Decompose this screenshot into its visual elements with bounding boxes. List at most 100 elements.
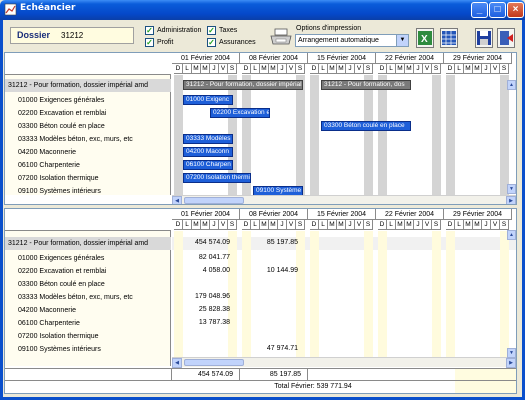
maximize-button[interactable]: □ [489,2,506,18]
excel-export-button[interactable]: X [416,28,434,48]
save-button[interactable] [475,28,493,48]
task-row-label: 01000 Exigences générales [18,97,105,104]
weekend-column [296,75,305,195]
day-header: M [260,220,269,230]
day-header: L [183,64,192,74]
day-header: J [278,64,287,74]
amounts-horizontal-scrollbar[interactable]: ◀ ▶ [172,357,516,368]
week2-amount: 47 974.71 [266,345,298,352]
task-row-label: 09100 Systèmes intérieurs [18,346,101,353]
day-header: V [219,64,228,74]
week-header: 29 Février 2004 [444,209,512,220]
scrollbar-thumb[interactable] [184,197,244,204]
task-row-label: 04200 Maconnerie [18,149,76,156]
scroll-left-icon[interactable]: ◀ [172,196,182,204]
project-bar[interactable]: 31212 - Pour formation, dos [321,80,411,90]
task-row-label: 07200 Isolation thermique [18,175,99,182]
task-bar[interactable]: 02200 Excavation et rembla [210,108,270,118]
day-header: M [473,64,482,74]
task-bar[interactable]: 03300 Béton coulé en place [321,121,411,131]
day-header: S [432,64,441,74]
task-bar[interactable]: 01000 Exigenc [183,95,233,105]
grid-button[interactable] [440,28,458,48]
window-title: Echéancier [20,3,76,13]
checkbox-administration[interactable]: ✓ Administration [145,26,201,35]
week1-amount: 454 574.09 [194,239,230,246]
scroll-right-icon[interactable]: ▶ [506,358,516,368]
week1-amount: 179 048.96 [194,293,230,300]
week-header: 08 Février 2004 [240,209,308,220]
scroll-down-icon[interactable]: ▼ [507,184,516,194]
day-header: D [310,220,319,230]
day-header: D [446,220,455,230]
gantt-row-headers: 31212 - Pour formation, dossier impérial… [5,53,171,195]
weekend-column [364,75,373,195]
close-button[interactable]: × [507,2,524,18]
day-header: D [174,220,183,230]
checkbox-taxes[interactable]: ✓ Taxes [207,26,237,35]
dossier-label: Dossier [17,30,51,40]
task-bar[interactable]: 07200 Isolation thermique [183,173,251,183]
checkbox-assurances[interactable]: ✓ Assurances [207,38,256,47]
month-total-label: Total Février: 539 771.94 [274,383,352,390]
check-icon: ✓ [207,38,216,47]
printer-icon[interactable] [270,28,292,46]
weekend-column [310,75,319,195]
day-header: S [432,220,441,230]
task-bar[interactable]: 09100 Système [253,186,303,195]
scroll-left-icon[interactable]: ◀ [172,358,182,368]
task-row-label: 01000 Exigences générales [18,255,105,262]
day-header: M [337,220,346,230]
day-header: V [491,220,500,230]
svg-text:X: X [421,34,428,45]
check-icon: ✓ [145,38,154,47]
task-row-label: 06100 Charpenterie [18,320,80,327]
weekend-column [242,231,251,361]
week-header: 22 Février 2004 [376,209,444,220]
amounts-vertical-scrollbar[interactable]: ▲ ▼ [507,230,517,358]
weekend-column [378,231,387,361]
day-header: M [464,64,473,74]
print-options-select[interactable]: Arrangement automatique ▼ [295,34,409,47]
week1-amount: 82 041.77 [198,254,230,261]
day-header: L [387,64,396,74]
day-header: J [482,220,491,230]
day-header: J [210,220,219,230]
task-bar[interactable]: 06100 Charpen [183,160,233,170]
week1-total: 454 574.09 [197,371,233,378]
scrollbar-thumb[interactable] [184,359,244,366]
day-header: M [405,220,414,230]
day-header: S [500,64,509,74]
scroll-up-icon[interactable]: ▲ [507,230,516,240]
day-header: V [423,64,432,74]
spreadsheet-icon: X [418,31,432,45]
day-header: S [228,64,237,74]
week2-amount: 85 197.85 [266,239,298,246]
task-bar[interactable]: 04200 Maconn [183,147,233,157]
day-header: M [201,64,210,74]
day-header: L [455,220,464,230]
scroll-up-icon[interactable]: ▲ [507,80,516,90]
day-header: V [355,64,364,74]
day-header: J [210,64,219,74]
gantt-horizontal-scrollbar[interactable]: ◀ ▶ [172,195,516,204]
weekend-column [446,75,455,195]
exit-button[interactable] [497,28,515,48]
checkbox-profit[interactable]: ✓ Profit [145,38,173,47]
day-header: L [319,64,328,74]
day-header: D [174,64,183,74]
check-icon: ✓ [207,26,216,35]
scroll-right-icon[interactable]: ▶ [506,196,516,204]
task-row-label: 04200 Maconnerie [18,307,76,314]
day-header: M [328,220,337,230]
minimize-button[interactable]: _ [471,2,488,18]
day-header: M [405,64,414,74]
week2-amount: 10 144.99 [266,267,298,274]
gantt-vertical-scrollbar[interactable]: ▲ ▼ [507,80,517,194]
task-bar[interactable]: 03333 Modèles [183,134,233,144]
scroll-down-icon[interactable]: ▼ [507,348,516,358]
day-header: S [364,64,373,74]
project-bar[interactable]: 31212 - Pour formation, dossier impérial [183,80,303,90]
day-header: V [423,220,432,230]
amounts-row-headers: 31212 - Pour formation, dossier impérial… [5,209,171,366]
